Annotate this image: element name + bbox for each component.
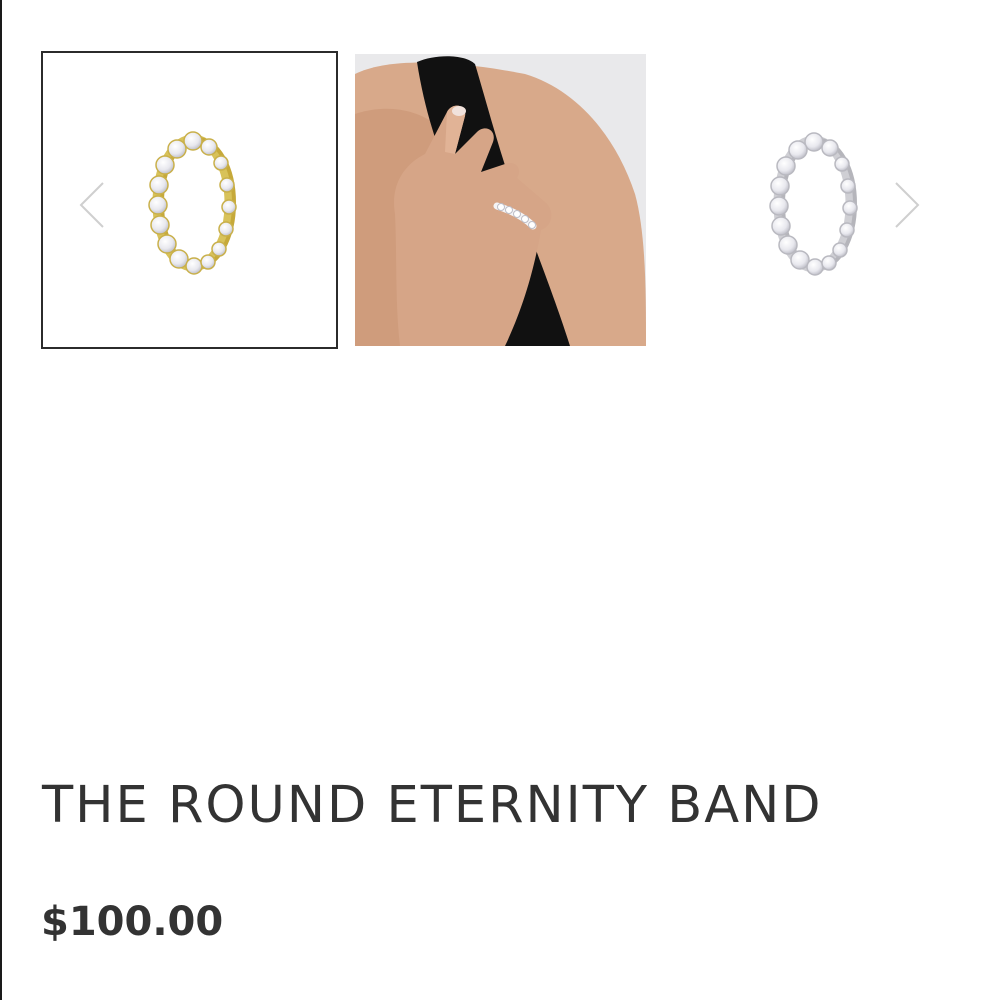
chevron-right-icon bbox=[895, 182, 920, 228]
chevron-left-icon bbox=[79, 182, 104, 228]
product-image-gallery bbox=[0, 0, 1000, 360]
gallery-prev-button[interactable] bbox=[73, 175, 113, 235]
thumbnail-model-wearing-ring[interactable] bbox=[355, 54, 646, 346]
product-title: THE ROUND ETERNITY BAND bbox=[42, 776, 823, 835]
model-hand-image bbox=[355, 54, 646, 346]
gallery-next-button[interactable] bbox=[888, 175, 928, 235]
product-price: $100.00 bbox=[41, 899, 224, 945]
